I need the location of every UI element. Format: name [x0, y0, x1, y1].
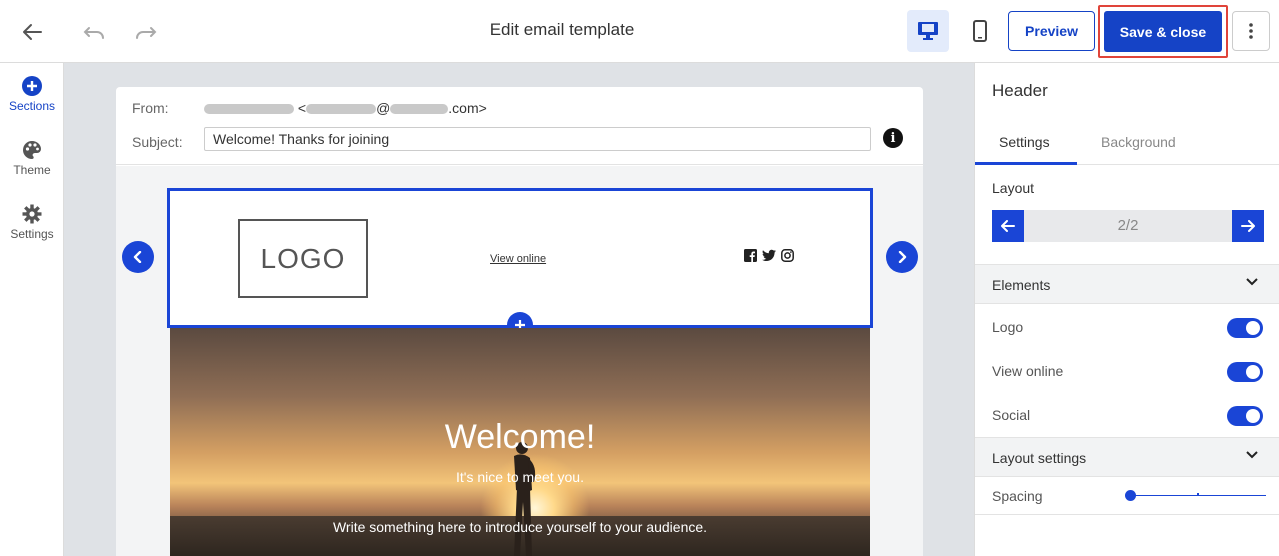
hero-subtitle: It's nice to meet you.	[456, 469, 584, 485]
mobile-icon	[973, 20, 987, 42]
rail-item-theme[interactable]: Theme	[0, 139, 64, 177]
rail-item-sections[interactable]: Sections	[0, 75, 64, 113]
tab-settings[interactable]: Settings	[999, 134, 1050, 150]
header-section[interactable]: LOGO View online	[167, 188, 873, 328]
properties-panel: Header Settings Background Layout 2/2 El…	[974, 63, 1279, 556]
previous-layout-button[interactable]	[122, 241, 154, 273]
chevron-right-icon	[898, 251, 907, 263]
left-rail: Sections Theme Settings	[0, 63, 64, 556]
hero-title: Welcome!	[444, 418, 596, 456]
blurred-sender-name	[204, 104, 294, 115]
desktop-view-button[interactable]	[907, 10, 949, 52]
email-meta: From: < @ .com> Subject: Welcome! Thanks f…	[116, 87, 923, 165]
logo-placeholder[interactable]: LOGO	[238, 219, 368, 298]
kebab-menu-icon	[1249, 23, 1253, 39]
layout-settings-label: Layout settings	[992, 450, 1087, 466]
hero-section[interactable]: Welcome! It's nice to meet you. Write so…	[170, 328, 870, 556]
blurred-email-user	[306, 104, 377, 115]
from-label: From:	[132, 100, 169, 116]
spacing-slider-thumb[interactable]	[1125, 490, 1136, 501]
social-icons	[744, 249, 794, 262]
layout-value: 2/2	[1117, 217, 1139, 234]
elements-label: Elements	[992, 277, 1051, 293]
preview-button[interactable]: Preview	[1008, 11, 1095, 51]
layout-stepper: 2/2	[992, 210, 1264, 242]
panel-divider	[975, 514, 1279, 515]
email-preview: From: < @ .com> Subject: Welcome! Thanks f…	[116, 87, 923, 556]
twitter-icon[interactable]	[762, 249, 776, 262]
page-title: Edit email template	[489, 20, 635, 39]
rail-item-settings[interactable]: Settings	[0, 203, 64, 241]
rail-item-label: Sections	[8, 99, 56, 113]
facebook-icon[interactable]	[744, 249, 757, 262]
social-toggle[interactable]	[1227, 406, 1263, 426]
panel-title: Header	[992, 81, 1048, 100]
spacing-label: Spacing	[992, 488, 1043, 504]
instagram-icon[interactable]	[781, 249, 794, 262]
social-toggle-label: Social	[992, 407, 1031, 423]
editor-canvas: From: < @ .com> Subject: Welcome! Thanks f…	[64, 63, 974, 556]
arrow-left-icon	[1001, 220, 1015, 232]
info-icon[interactable]: i	[883, 128, 903, 148]
chevron-down-icon	[1246, 451, 1258, 459]
gear-icon	[0, 203, 64, 225]
layout-next-button[interactable]	[1232, 210, 1264, 242]
subject-input[interactable]: Welcome! Thanks for joining	[204, 127, 871, 151]
hero-body-text: Write something here to introduce yourse…	[332, 519, 708, 535]
more-options-button[interactable]	[1232, 11, 1270, 51]
panel-tabs: Settings Background	[975, 123, 1279, 165]
view-online-toggle-label: View online	[992, 363, 1064, 379]
mobile-view-button[interactable]	[959, 10, 1001, 52]
save-highlight-frame: Save & close	[1098, 5, 1228, 58]
chevron-left-icon	[133, 251, 142, 263]
spacing-slider-tick	[1197, 493, 1199, 496]
palette-icon	[0, 139, 64, 161]
email-body: LOGO View online Welcome! It's nice to m…	[116, 166, 923, 556]
arrow-right-icon	[1241, 220, 1255, 232]
layout-prev-button[interactable]	[992, 210, 1024, 242]
save-close-button[interactable]: Save & close	[1104, 11, 1222, 52]
rail-item-label: Settings	[10, 227, 54, 241]
logo-toggle-label: Logo	[992, 319, 1024, 335]
rail-item-label: Theme	[13, 163, 51, 177]
layout-label: Layout	[992, 180, 1035, 196]
logo-toggle[interactable]	[1227, 318, 1263, 338]
chevron-down-icon	[1246, 278, 1258, 286]
plus-circle-icon	[0, 75, 64, 97]
top-toolbar: Edit email template Preview Save & close	[0, 0, 1279, 63]
view-online-link[interactable]: View online	[490, 253, 546, 265]
next-layout-button[interactable]	[886, 241, 918, 273]
subject-label: Subject:	[132, 134, 183, 150]
tab-background[interactable]: Background	[1101, 134, 1176, 150]
from-value: < @ .com>	[204, 100, 487, 116]
desktop-icon	[918, 22, 938, 40]
blurred-email-domain	[390, 104, 449, 115]
active-tab-indicator	[975, 162, 1077, 165]
layout-settings-group-header[interactable]: Layout settings	[975, 437, 1279, 477]
view-online-toggle[interactable]	[1227, 362, 1263, 382]
elements-group-header[interactable]: Elements	[975, 264, 1279, 304]
